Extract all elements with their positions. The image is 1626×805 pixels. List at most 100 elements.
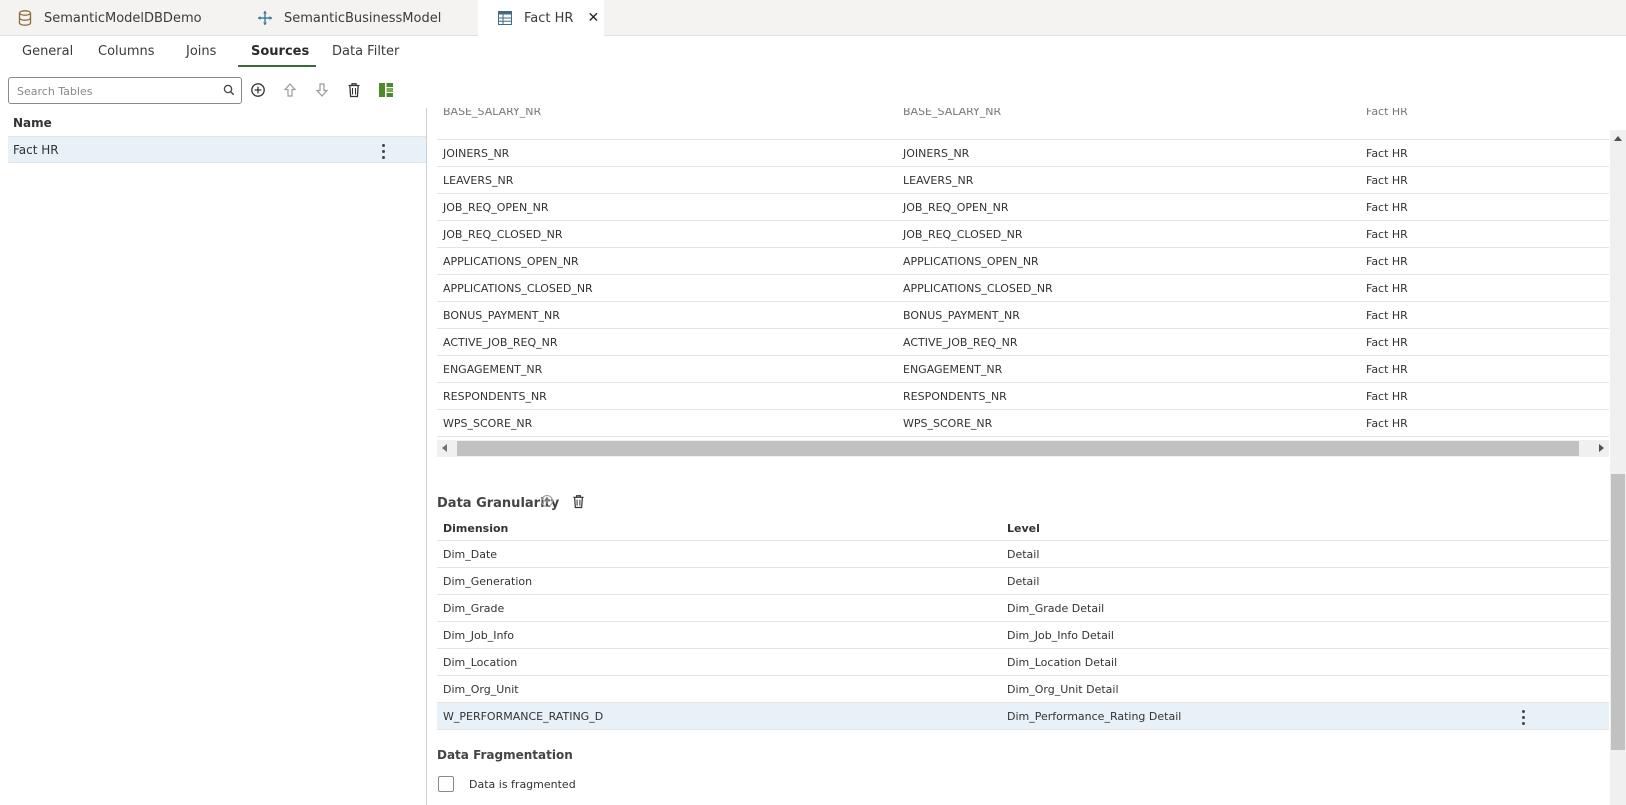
source-table-name: Fact HR	[13, 143, 59, 157]
column-name: JOB_REQ_CLOSED_NR	[443, 228, 563, 241]
delete-granularity-icon[interactable]	[569, 492, 587, 510]
close-tab-icon[interactable]: ✕	[587, 10, 599, 26]
tab-joins[interactable]: Joins	[186, 44, 216, 67]
table-layout-icon[interactable]	[376, 80, 396, 100]
column-name: LEAVERS_NR	[443, 174, 514, 187]
editor-sub-tabs: General Columns Joins Sources Data Filte…	[0, 38, 600, 68]
table-row[interactable]: BASE_SALARY_NR BASE_SALARY_NR Fact HR	[437, 108, 1609, 140]
logical-column: ACTIVE_JOB_REQ_NR	[903, 336, 1018, 349]
dimension-cell: Dim_Grade	[443, 602, 505, 615]
logical-column: JOB_REQ_OPEN_NR	[903, 201, 1009, 214]
logical-column: ENGAGEMENT_NR	[903, 363, 1003, 376]
source-table: Fact HR	[1366, 228, 1408, 241]
source-table: Fact HR	[1366, 147, 1408, 160]
logical-column: APPLICATIONS_OPEN_NR	[903, 255, 1039, 268]
horizontal-scrollbar[interactable]	[437, 440, 1609, 457]
table-row[interactable]: Dim_Org_Unit Dim_Org_Unit Detail	[437, 676, 1609, 703]
level-cell: Dim_Grade Detail	[1007, 602, 1105, 615]
source-table: Fact HR	[1366, 255, 1408, 268]
level-cell: Dim_Performance_Rating Detail	[1007, 710, 1182, 723]
dimension-column-header[interactable]: Dimension	[443, 522, 508, 535]
data-fragmented-checkbox[interactable]	[438, 776, 454, 792]
dimension-cell: Dim_Generation	[443, 575, 533, 588]
tab-data-filter[interactable]: Data Filter	[332, 44, 399, 67]
logical-column: APPLICATIONS_CLOSED_NR	[903, 282, 1053, 295]
search-tables-box	[8, 77, 242, 104]
level-cell: Dim_Job_Info Detail	[1007, 629, 1114, 642]
column-name: APPLICATIONS_OPEN_NR	[443, 255, 579, 268]
doc-tab-label: SemanticModelDBDemo	[44, 10, 202, 26]
source-details-panel: BASE_SALARY_NR BASE_SALARY_NR Fact HR JO…	[428, 108, 1626, 805]
table-row[interactable]: APPLICATIONS_CLOSED_NR APPLICATIONS_CLOS…	[437, 275, 1609, 302]
table-row[interactable]: Dim_Generation Detail	[437, 568, 1609, 595]
dimension-cell: Dim_Org_Unit	[443, 683, 519, 696]
name-column-header: Name	[13, 116, 52, 130]
source-tables-panel: Name Fact HR	[0, 108, 427, 805]
tab-columns[interactable]: Columns	[98, 44, 155, 67]
dimension-cell: W_PERFORMANCE_RATING_D	[443, 710, 604, 723]
scroll-left-icon[interactable]	[442, 444, 447, 452]
more-options-icon[interactable]	[1522, 710, 1526, 725]
column-name: JOINERS_NR	[443, 147, 510, 160]
add-granularity-icon[interactable]	[538, 492, 556, 510]
tab-sources[interactable]: Sources	[251, 44, 309, 67]
dimension-cell: Dim_Job_Info	[443, 629, 515, 642]
horizontal-scroll-thumb[interactable]	[457, 441, 1579, 456]
table-row[interactable]: Dim_Job_Info Dim_Job_Info Detail	[437, 622, 1609, 649]
active-tab-indicator	[238, 65, 316, 67]
table-row[interactable]: Dim_Date Detail	[437, 541, 1609, 568]
table-row[interactable]: APPLICATIONS_OPEN_NR APPLICATIONS_OPEN_N…	[437, 248, 1609, 275]
source-table: Fact HR	[1366, 282, 1408, 295]
source-table: Fact HR	[1366, 417, 1408, 430]
table-row[interactable]: Dim_Location Dim_Location Detail	[437, 649, 1609, 676]
scroll-right-icon[interactable]	[1599, 444, 1604, 452]
column-name: BASE_SALARY_NR	[443, 108, 542, 118]
table-row[interactable]: WPS_SCORE_NR WPS_SCORE_NR Fact HR	[437, 410, 1609, 437]
level-column-header[interactable]: Level	[1007, 522, 1040, 535]
data-fragmentation-title: Data Fragmentation	[437, 748, 573, 762]
dimension-cell: Dim_Date	[443, 548, 498, 561]
search-icon[interactable]	[223, 84, 235, 99]
table-row[interactable]: Dim_Grade Dim_Grade Detail	[437, 595, 1609, 622]
granularity-table-header: Dimension Level	[437, 514, 1609, 541]
source-table: Fact HR	[1366, 201, 1408, 214]
table-row[interactable]: LEAVERS_NR LEAVERS_NR Fact HR	[437, 167, 1609, 194]
table-row[interactable]: JOINERS_NR JOINERS_NR Fact HR	[437, 140, 1609, 167]
search-input[interactable]	[17, 82, 217, 100]
doc-tab-semantic-model-db-demo[interactable]: SemanticModelDBDemo	[0, 0, 244, 36]
column-name: WPS_SCORE_NR	[443, 417, 533, 430]
source-table: Fact HR	[1366, 363, 1408, 376]
source-table: Fact HR	[1366, 390, 1408, 403]
level-cell: Dim_Org_Unit Detail	[1007, 683, 1119, 696]
table-row-selected[interactable]: W_PERFORMANCE_RATING_D Dim_Performance_R…	[437, 703, 1609, 730]
level-cell: Detail	[1007, 548, 1040, 561]
dimension-cell: Dim_Location	[443, 656, 518, 669]
table-row[interactable]: JOB_REQ_CLOSED_NR JOB_REQ_CLOSED_NR Fact…	[437, 221, 1609, 248]
table-row[interactable]: ACTIVE_JOB_REQ_NR ACTIVE_JOB_REQ_NR Fact…	[437, 329, 1609, 356]
source-table: Fact HR	[1366, 309, 1408, 322]
doc-tab-label: Fact HR	[524, 10, 574, 26]
table-row[interactable]: BONUS_PAYMENT_NR BONUS_PAYMENT_NR Fact H…	[437, 302, 1609, 329]
table-row[interactable]: Fact HR	[8, 136, 426, 163]
vertical-scrollbar[interactable]	[1610, 130, 1626, 805]
doc-tab-fact-hr[interactable]: Fact HR ✕	[478, 0, 604, 36]
scroll-up-icon[interactable]	[1614, 136, 1622, 141]
logical-column: LEAVERS_NR	[903, 174, 974, 187]
source-table: Fact HR	[1366, 336, 1408, 349]
more-options-icon[interactable]	[382, 144, 386, 159]
data-fragmented-label[interactable]: Data is fragmented	[469, 778, 576, 791]
vertical-scroll-thumb[interactable]	[1611, 474, 1625, 750]
logical-column: JOB_REQ_CLOSED_NR	[903, 228, 1023, 241]
table-row[interactable]: ENGAGEMENT_NR ENGAGEMENT_NR Fact HR	[437, 356, 1609, 383]
doc-tab-semantic-business-model[interactable]: SemanticBusinessModel	[256, 0, 478, 36]
delete-icon[interactable]	[344, 80, 364, 100]
table-row[interactable]: RESPONDENTS_NR RESPONDENTS_NR Fact HR	[437, 383, 1609, 410]
add-icon[interactable]	[248, 80, 268, 100]
move-up-icon[interactable]	[280, 80, 300, 100]
move-down-icon[interactable]	[312, 80, 332, 100]
logical-column: RESPONDENTS_NR	[903, 390, 1007, 403]
source-table: Fact HR	[1366, 174, 1408, 187]
table-row[interactable]: JOB_REQ_OPEN_NR JOB_REQ_OPEN_NR Fact HR	[437, 194, 1609, 221]
tab-general[interactable]: General	[22, 44, 73, 67]
column-name: ACTIVE_JOB_REQ_NR	[443, 336, 558, 349]
